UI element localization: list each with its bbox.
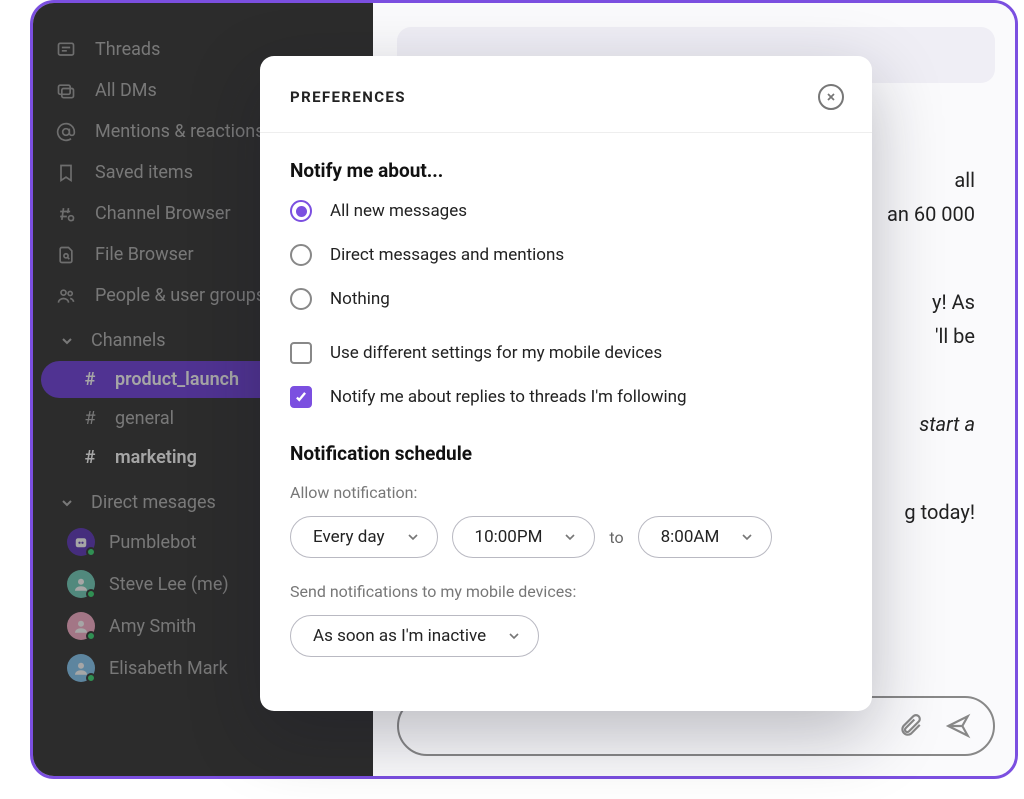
nav-label: File Browser: [95, 244, 194, 265]
send-icon[interactable]: [945, 713, 971, 739]
pill-value: 8:00AM: [661, 527, 720, 547]
chevron-down-icon: [562, 529, 578, 545]
radio-label: Direct messages and mentions: [330, 245, 564, 265]
modal-title: PREFERENCES: [290, 88, 406, 106]
channel-label: product_launch: [115, 369, 239, 390]
radio-icon: [290, 244, 312, 266]
dm-label: Elisabeth Mark: [109, 658, 228, 679]
hash-icon: #: [81, 369, 99, 390]
chat-text: start a: [919, 412, 975, 436]
schedule-row: Every day 10:00PM to 8:00AM: [290, 516, 842, 558]
allow-label: Allow notification:: [290, 483, 842, 502]
radio-label: Nothing: [330, 289, 390, 309]
section-schedule-title: Notification schedule: [290, 442, 842, 465]
pill-value: 10:00PM: [475, 527, 543, 547]
chevron-down-icon: [405, 529, 421, 545]
presence-dot: [86, 589, 96, 599]
to-label: to: [609, 528, 623, 547]
hash-icon: #: [81, 447, 99, 468]
nav-label: Channel Browser: [95, 203, 231, 224]
modal-header: PREFERENCES: [260, 56, 872, 133]
close-button[interactable]: [818, 84, 844, 110]
people-icon: [55, 286, 77, 306]
radio-dm-mentions[interactable]: Direct messages and mentions: [290, 244, 842, 266]
threads-icon: [55, 40, 77, 60]
at-icon: [55, 122, 77, 142]
channels-label: Channels: [91, 330, 166, 351]
nav-label: Saved items: [95, 162, 193, 183]
checkbox-mobile-settings[interactable]: Use different settings for my mobile dev…: [290, 342, 842, 364]
chevron-down-icon: [506, 628, 522, 644]
presence-dot: [86, 631, 96, 641]
avatar: [67, 654, 95, 682]
radio-icon: [290, 288, 312, 310]
hash-search-icon: [55, 204, 77, 224]
checkbox-thread-replies[interactable]: Notify me about replies to threads I'm f…: [290, 386, 842, 408]
dm-label: Amy Smith: [109, 616, 196, 637]
file-search-icon: [55, 245, 77, 265]
nav-label: Mentions & reactions: [95, 121, 265, 142]
bookmark-icon: [55, 163, 77, 183]
dms-icon: [55, 81, 77, 101]
avatar: [67, 612, 95, 640]
radio-icon: [290, 200, 312, 222]
section-notify-title: Notify me about...: [290, 159, 842, 182]
channel-label: general: [115, 408, 174, 429]
dm-label: Pumblebot: [109, 532, 196, 553]
attachment-icon[interactable]: [897, 713, 923, 739]
dm-header-label: Direct mesages: [91, 492, 216, 513]
presence-dot: [86, 673, 96, 683]
nav-label: All DMs: [95, 80, 157, 101]
checkbox-icon: [290, 386, 312, 408]
chevron-down-icon: [59, 495, 75, 511]
nav-label: Threads: [95, 39, 160, 60]
chevron-down-icon: [59, 333, 75, 349]
avatar: [67, 528, 95, 556]
nav-label: People & user groups: [95, 285, 265, 306]
radio-label: All new messages: [330, 201, 467, 221]
radio-nothing[interactable]: Nothing: [290, 288, 842, 310]
pill-value: As soon as I'm inactive: [313, 626, 486, 646]
chat-text: g today!: [904, 500, 975, 524]
dm-label: Steve Lee (me): [109, 574, 229, 595]
chevron-down-icon: [739, 529, 755, 545]
radio-all-messages[interactable]: All new messages: [290, 200, 842, 222]
frequency-select[interactable]: Every day: [290, 516, 438, 558]
checkbox-label: Use different settings for my mobile dev…: [330, 343, 662, 363]
presence-dot: [86, 547, 96, 557]
channel-label: marketing: [115, 447, 197, 468]
mobile-timing-select[interactable]: As soon as I'm inactive: [290, 615, 539, 657]
time-to-select[interactable]: 8:00AM: [638, 516, 773, 558]
modal-body: Notify me about... All new messages Dire…: [260, 133, 872, 657]
checkbox-icon: [290, 342, 312, 364]
avatar: [67, 570, 95, 598]
mobile-send-label: Send notifications to my mobile devices:: [290, 582, 842, 601]
checkbox-label: Notify me about replies to threads I'm f…: [330, 387, 687, 407]
mobile-row: As soon as I'm inactive: [290, 615, 842, 657]
pill-value: Every day: [313, 527, 385, 547]
preferences-modal: PREFERENCES Notify me about... All new m…: [260, 56, 872, 711]
hash-icon: #: [81, 408, 99, 429]
time-from-select[interactable]: 10:00PM: [452, 516, 596, 558]
